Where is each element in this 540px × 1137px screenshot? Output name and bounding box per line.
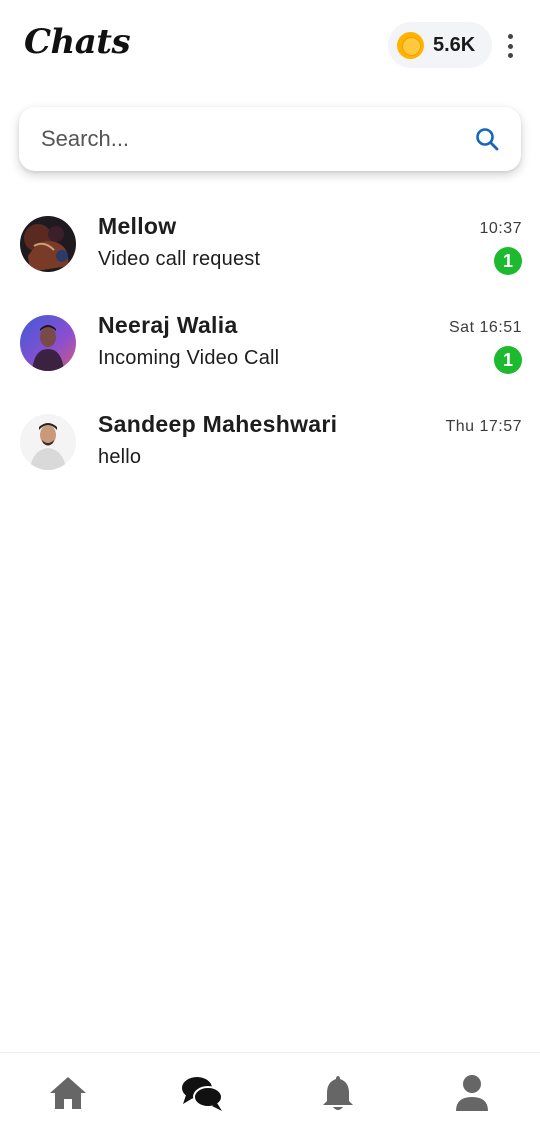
chat-last-message: Incoming Video Call: [98, 347, 280, 369]
chat-last-message: Video call request: [98, 248, 261, 270]
more-vert-icon[interactable]: [500, 32, 520, 60]
search-icon[interactable]: [474, 126, 500, 152]
coin-balance-button[interactable]: 5.6K: [388, 22, 492, 68]
chat-time: 10:37: [479, 220, 522, 237]
chat-time: Thu 17:57: [445, 418, 522, 435]
avatar: [20, 414, 76, 470]
chat-last-message: hello: [98, 446, 142, 468]
chat-name: Mellow: [98, 213, 177, 239]
avatar: [20, 315, 76, 371]
nav-home[interactable]: [46, 1071, 90, 1115]
coin-count: 5.6K: [433, 33, 476, 56]
search-bar: [19, 107, 521, 171]
app-header: Chats 5.6K: [0, 0, 540, 92]
coin-icon: [397, 31, 424, 59]
chat-name: Sandeep Maheshwari: [98, 411, 338, 437]
home-icon: [50, 1077, 86, 1109]
nav-chats[interactable]: [180, 1071, 224, 1115]
chat-item-sandeep-maheshwari[interactable]: Sandeep Maheshwari hello Thu 17:57: [0, 394, 540, 493]
chat-name: Neeraj Walia: [98, 312, 238, 338]
search-input[interactable]: [41, 107, 461, 171]
chats-screen: Chats 5.6K Search... Mellow Video call r…: [0, 0, 540, 1137]
unread-badge: 1: [494, 346, 522, 374]
bell-icon: [323, 1076, 353, 1110]
chat-time: Sat 16:51: [449, 319, 522, 336]
nav-notifications[interactable]: [316, 1071, 360, 1115]
chat-list: Mellow Video call request 10:37 1 Neeraj…: [0, 196, 540, 493]
avatar: [20, 216, 76, 272]
bottom-nav: [0, 1052, 540, 1137]
nav-profile[interactable]: [450, 1071, 494, 1115]
unread-badge: 1: [494, 247, 522, 275]
chat-bubbles-icon: [182, 1077, 223, 1111]
chat-item-neeraj-walia[interactable]: Neeraj Walia Incoming Video Call Sat 16:…: [0, 295, 540, 394]
chat-item-mellow[interactable]: Mellow Video call request 10:37 1: [0, 196, 540, 295]
person-icon: [456, 1075, 488, 1111]
page-title: Chats: [24, 22, 131, 62]
